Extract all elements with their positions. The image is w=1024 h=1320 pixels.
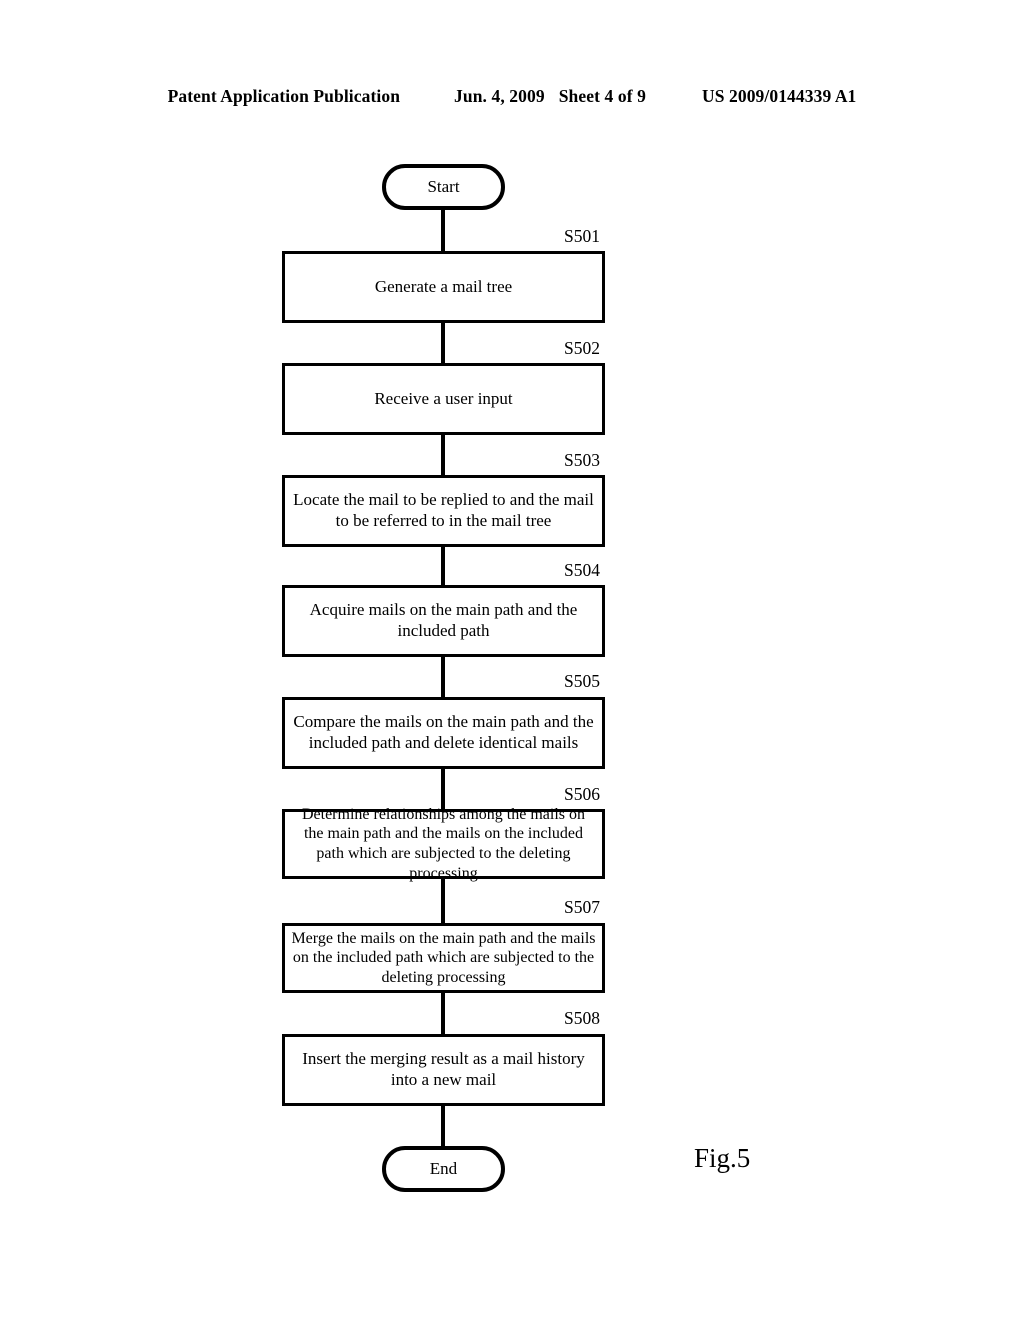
end-terminator-label: End <box>429 1159 458 1179</box>
process-box-s503-text: Locate the mail to be replied to and the… <box>293 490 594 530</box>
connector-s506-to-s507 <box>441 877 445 923</box>
flowchart-start-terminator: Start <box>382 164 505 210</box>
step-label-s508: S508 <box>564 1008 600 1028</box>
start-terminator-label: Start <box>427 177 460 197</box>
process-box-s505: Compare the mails on the main path and t… <box>282 697 605 769</box>
flowchart-diagram: Start S501 Generate a mail tree S502 Rec… <box>0 0 1024 1320</box>
connector-s507-to-s508 <box>441 991 445 1035</box>
process-box-s505-text: Compare the mails on the main path and t… <box>293 712 594 752</box>
step-label-s503: S503 <box>564 450 600 470</box>
process-box-s508: Insert the merging result as a mail hist… <box>282 1034 605 1106</box>
process-box-s502-text: Receive a user input <box>374 388 513 408</box>
step-label-s501: S501 <box>564 226 600 246</box>
process-box-s506-text: Determine relationships among the mails … <box>301 805 586 882</box>
process-box-s504-text: Acquire mails on the main path and the i… <box>309 600 578 640</box>
connector-s508-to-end <box>441 1104 445 1148</box>
process-box-s508-text: Insert the merging result as a mail hist… <box>302 1049 585 1089</box>
process-box-s501-text: Generate a mail tree <box>374 276 513 296</box>
connector-s501-to-s502 <box>441 321 445 365</box>
flowchart-end-terminator: End <box>382 1146 505 1192</box>
connector-s504-to-s505 <box>441 655 445 697</box>
step-label-s507: S507 <box>564 897 600 917</box>
process-box-s504: Acquire mails on the main path and the i… <box>282 585 605 657</box>
process-box-s507: Merge the mails on the main path and the… <box>282 923 605 993</box>
step-label-s504: S504 <box>564 560 600 580</box>
connector-s502-to-s503 <box>441 433 445 477</box>
step-label-s502: S502 <box>564 338 600 358</box>
process-box-s502: Receive a user input <box>282 363 605 435</box>
process-box-s506: Determine relationships among the mails … <box>282 806 605 882</box>
step-label-s505: S505 <box>564 671 600 691</box>
connector-s503-to-s504 <box>441 545 445 586</box>
figure-caption: Fig.5 <box>694 1143 751 1173</box>
process-box-s507-text: Merge the mails on the main path and the… <box>291 929 596 986</box>
connector-s505-to-s506 <box>441 767 445 809</box>
step-label-s506: S506 <box>564 784 600 804</box>
connector-start-to-s501 <box>441 208 445 252</box>
process-box-s501: Generate a mail tree <box>282 251 605 323</box>
process-box-s503: Locate the mail to be replied to and the… <box>282 475 605 547</box>
